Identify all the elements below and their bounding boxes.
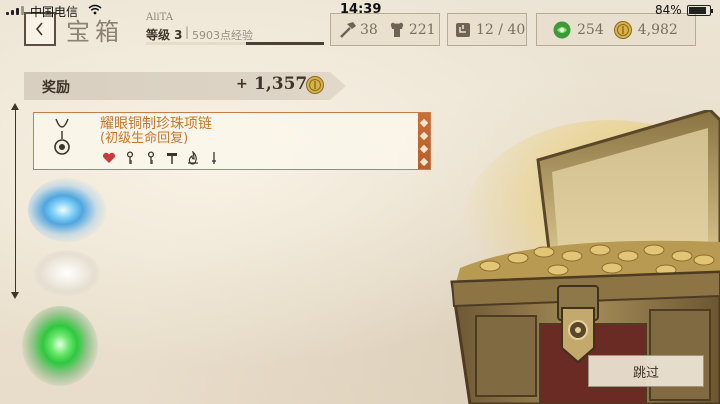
timeline-line	[15, 108, 16, 294]
dagger-icon	[207, 151, 221, 165]
item-rarity-strip	[418, 113, 430, 169]
gold-coin-icon	[612, 19, 634, 41]
item-traits	[102, 151, 221, 165]
chevron-left-icon	[35, 22, 43, 36]
gold-coin-icon	[306, 76, 324, 94]
heart-icon	[102, 151, 116, 165]
timeline-arrow-down-icon	[11, 292, 19, 299]
green-gem-icon	[551, 19, 573, 41]
item-subtitle: (初级生命回复)	[100, 131, 189, 146]
necklace-icon	[54, 118, 70, 155]
flame-icon	[186, 151, 200, 165]
player-xp: 5903点经验	[192, 29, 253, 42]
signal-icon	[6, 6, 24, 15]
carrier-name: 中国电信	[30, 5, 79, 19]
white-gem-icon	[34, 250, 100, 296]
status-bar: 中国电信 14:39 84%	[0, 0, 720, 20]
level-separator: |	[185, 25, 190, 39]
key-icon	[123, 151, 137, 165]
battery-percent: 84%	[655, 3, 682, 17]
battery-icon	[687, 5, 713, 16]
green-gem-icon	[22, 306, 98, 386]
reward-label: 奖励	[42, 80, 70, 96]
reward-plus-sign: +	[236, 76, 248, 92]
reward-amount: 1,357	[254, 74, 308, 94]
hammer-icon	[165, 151, 179, 165]
blue-gem-icon	[28, 178, 106, 242]
clock-time: 14:39	[340, 2, 382, 17]
wifi-icon	[88, 4, 102, 15]
xp-progress-bar	[146, 42, 324, 45]
armor-icon	[386, 19, 408, 41]
card-deck-icon	[452, 19, 474, 41]
skip-button[interactable]: 跳过	[588, 355, 704, 387]
hammer-icon	[337, 19, 359, 41]
player-level: 等级 3	[146, 28, 183, 42]
key-icon	[144, 151, 158, 165]
item-name: 耀眼铜制珍珠项链	[100, 116, 212, 132]
reward-item-card[interactable]: 耀眼铜制珍珠项链 (初级生命回复)	[33, 112, 431, 170]
